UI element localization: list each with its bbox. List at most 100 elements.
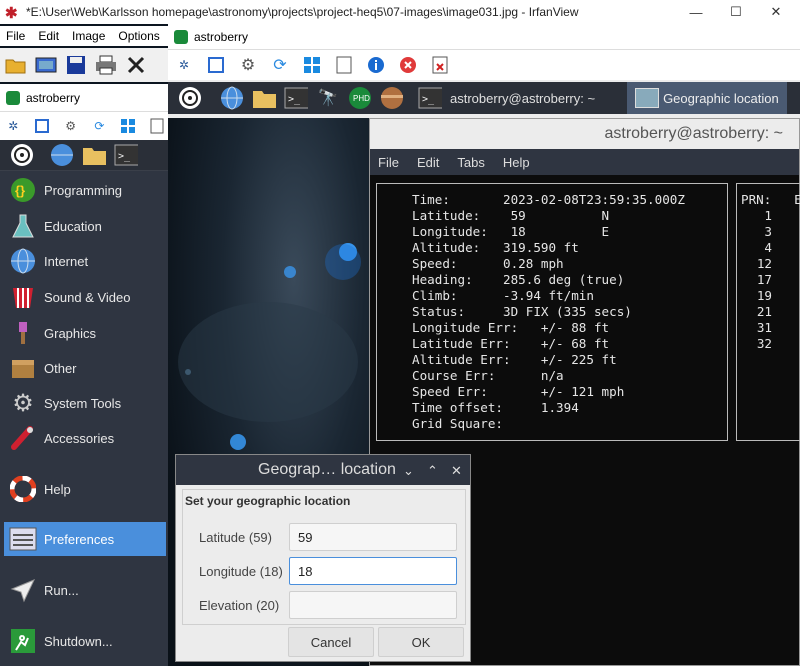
open-folder-icon[interactable] <box>4 53 28 77</box>
terminal-menu-file[interactable]: File <box>378 155 399 170</box>
menu-item-programming[interactable]: {} Programming <box>4 173 166 207</box>
programming-icon: {} <box>8 175 38 205</box>
prn-value: 21 <box>756 304 772 319</box>
maximize-button[interactable]: ☐ <box>716 0 756 24</box>
run-icon <box>8 575 38 605</box>
gps-line: Climb: -3.94 ft/min <box>412 288 594 303</box>
menu-item-internet[interactable]: Internet <box>4 244 166 278</box>
terminal-title: astroberry@astroberry: ~ <box>604 125 783 142</box>
gear-multi-icon[interactable]: ✲ <box>2 114 25 138</box>
minimize-button[interactable]: — <box>676 0 716 24</box>
save-icon[interactable] <box>64 53 88 77</box>
menu-item-accessories[interactable]: Accessories <box>4 421 166 455</box>
print-icon[interactable] <box>94 53 118 77</box>
gps-line: Speed: 0.28 mph <box>412 256 564 271</box>
menu-item-sound-video[interactable]: Sound & Video <box>4 280 166 314</box>
gear-icon[interactable]: ⚙ <box>59 114 82 138</box>
help-icon <box>8 474 38 504</box>
close-button[interactable]: ✕ <box>756 0 796 24</box>
gps-line: Latitude Err: +/- 68 ft <box>412 336 610 351</box>
satellite-prn-box: PRN: E 1 3 4 12 17 19 21 31 32 <box>736 183 800 441</box>
terminal-menu-edit[interactable]: Edit <box>417 155 439 170</box>
irfanview-toolbar <box>0 48 170 82</box>
menu-item-graphics[interactable]: Graphics <box>4 316 166 350</box>
menu-item-system-tools[interactable]: ⚙ System Tools <box>4 386 166 420</box>
preferences-icon <box>8 524 38 554</box>
menu-item-help[interactable]: Help <box>4 472 166 506</box>
irfanview-logo-icon: ✱ <box>5 5 18 22</box>
menu-item-education[interactable]: Education <box>4 209 166 243</box>
gps-line: Speed Err: +/- 121 mph <box>412 384 625 399</box>
gear-icon[interactable]: ⚙ <box>236 53 260 77</box>
chevron-up-icon[interactable]: ⌃ <box>427 463 438 479</box>
ok-button[interactable]: OK <box>378 627 464 657</box>
menu-item-other[interactable]: Other <box>4 351 166 385</box>
folder-icon[interactable] <box>252 86 276 110</box>
taskbar-terminal-label[interactable]: astroberry@astroberry: ~ <box>450 91 595 106</box>
gear-multi-icon[interactable]: ✲ <box>172 53 196 77</box>
menu-item-preferences[interactable]: Preferences <box>4 522 166 556</box>
location-group: Set your geographic location Latitude (5… <box>182 489 466 625</box>
prn-header: PRN: E <box>741 192 800 207</box>
planet-icon[interactable] <box>380 86 404 110</box>
folder-icon[interactable] <box>82 143 106 167</box>
taskbar-geo-label: Geographic location <box>663 90 779 106</box>
terminal-icon[interactable]: >_ <box>284 86 308 110</box>
terminal-title-bar: astroberry@astroberry: ~ <box>370 119 799 149</box>
terminal-menu-tabs[interactable]: Tabs <box>457 155 484 170</box>
phd-icon[interactable]: PHD <box>348 86 372 110</box>
irfanview-menubar: File Edit Image Options <box>0 26 170 46</box>
globe-icon[interactable] <box>50 143 74 167</box>
text-file-icon[interactable] <box>332 53 356 77</box>
irfanview-title-bar: ✱ *E:\User\Web\Karlsson homepage\astrono… <box>0 0 800 24</box>
raspberry-menu-icon[interactable] <box>10 143 34 167</box>
refresh-icon[interactable]: ⟳ <box>268 53 292 77</box>
raspberry-menu-icon[interactable] <box>178 86 202 110</box>
terminal-task-icon[interactable]: >_ <box>418 86 442 110</box>
svg-text:PHD: PHD <box>353 94 370 103</box>
menu-item-label: Sound & Video <box>44 289 131 305</box>
cancel-button[interactable]: Cancel <box>288 627 374 657</box>
text-file-icon[interactable] <box>145 114 168 138</box>
menu-file[interactable]: File <box>6 29 25 43</box>
fullscreen-icon[interactable] <box>204 53 228 77</box>
graphics-icon <box>8 318 38 348</box>
terminal-icon[interactable]: >_ <box>114 143 138 167</box>
education-icon <box>8 211 38 241</box>
menu-item-label: Help <box>44 481 71 497</box>
terminal-menu-help[interactable]: Help <box>503 155 530 170</box>
longitude-input[interactable]: 18 <box>289 557 457 585</box>
application-menu: {} Programming Education Internet Sound &… <box>0 170 168 666</box>
menu-item-shutdown[interactable]: Shutdown... <box>4 624 166 658</box>
menu-edit[interactable]: Edit <box>38 29 59 43</box>
latitude-input[interactable]: 59 <box>289 523 457 551</box>
app-icon <box>174 29 188 44</box>
info-icon[interactable] <box>364 53 388 77</box>
chevron-down-icon[interactable]: ⌄ <box>403 463 414 479</box>
gps-line: Altitude Err: +/- 225 ft <box>412 352 617 367</box>
sound-video-icon <box>8 282 38 312</box>
slideshow-icon[interactable] <box>34 53 58 77</box>
windows-icon[interactable] <box>117 114 140 138</box>
telescope-icon[interactable]: 🔭 <box>316 86 340 110</box>
menu-item-run[interactable]: Run... <box>4 573 166 607</box>
exit-icon[interactable] <box>428 53 452 77</box>
fullscreen-icon[interactable] <box>31 114 54 138</box>
windows-icon[interactable] <box>300 53 324 77</box>
tool-icons: ✲ ⚙ ⟳ <box>168 50 800 80</box>
elevation-input[interactable] <box>289 591 457 619</box>
delete-icon[interactable] <box>124 53 148 77</box>
menu-image[interactable]: Image <box>72 29 105 43</box>
longitude-label: Longitude (18) <box>199 564 283 579</box>
menu-item-label: Education <box>44 218 102 234</box>
refresh-icon[interactable]: ⟳ <box>88 114 111 138</box>
latitude-label: Latitude (59) <box>199 530 272 545</box>
gps-line: Longitude Err: +/- 88 ft <box>412 320 610 335</box>
taskbar-geo-item[interactable]: Geographic location <box>627 82 788 114</box>
close-icon[interactable]: ✕ <box>451 463 462 479</box>
globe-icon[interactable] <box>220 86 244 110</box>
menu-options[interactable]: Options <box>118 29 159 43</box>
pi-taskbar-left: >_ <box>0 140 168 170</box>
stop-icon[interactable] <box>396 53 420 77</box>
gps-line: Time: 2023-02-08T23:59:35.000Z <box>412 192 685 207</box>
